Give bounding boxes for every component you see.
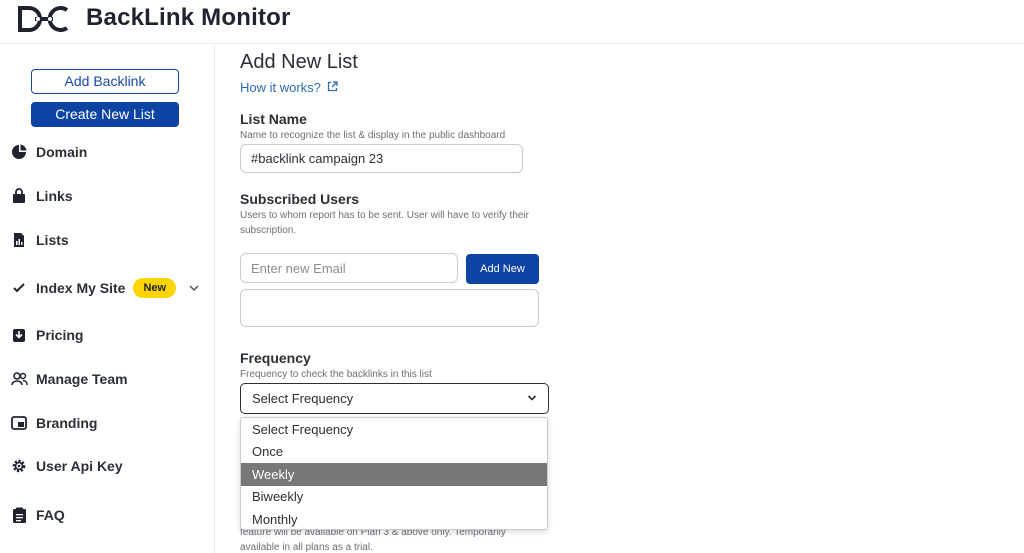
new-badge: New bbox=[133, 278, 177, 298]
sidebar-item-label: Links bbox=[36, 188, 73, 204]
sidebar-item-label: Pricing bbox=[36, 327, 84, 343]
shopping-bag-icon bbox=[10, 187, 28, 205]
email-input[interactable]: Enter new Email bbox=[240, 253, 458, 283]
sidebar-item-faq[interactable]: FAQ bbox=[10, 503, 210, 527]
sidebar-item-label: Domain bbox=[36, 144, 88, 160]
sidebar-item-links[interactable]: Links bbox=[10, 184, 210, 208]
frequency-selected-value: Select Frequency bbox=[252, 391, 354, 406]
page-title: Add New List bbox=[240, 51, 358, 73]
sidebar-item-user-api-key[interactable]: User Api Key bbox=[10, 454, 210, 478]
subscribed-users-label: Subscribed Users bbox=[240, 191, 360, 207]
add-backlink-button[interactable]: Add Backlink bbox=[31, 69, 179, 94]
sidebar-item-label: User Api Key bbox=[36, 458, 123, 474]
clipboard-icon bbox=[10, 506, 28, 524]
list-name-input[interactable]: #backlink campaign 23 bbox=[240, 144, 523, 173]
logo-icon[interactable] bbox=[17, 4, 71, 34]
download-tray-icon bbox=[10, 326, 28, 344]
sidebar-item-label: Index My Site bbox=[36, 280, 126, 296]
how-it-works-link[interactable]: How it works? bbox=[240, 80, 338, 95]
frequency-option[interactable]: Monthly bbox=[241, 508, 547, 529]
sidebar-item-label: Lists bbox=[36, 232, 69, 248]
sidebar-item-label: Branding bbox=[36, 415, 98, 431]
add-new-email-button[interactable]: Add New bbox=[466, 254, 539, 284]
sidebar-item-manage-team[interactable]: Manage Team bbox=[10, 367, 210, 391]
frequency-select[interactable]: Select Frequency bbox=[240, 383, 549, 414]
chevron-down-icon bbox=[527, 391, 537, 406]
picture-in-picture-icon bbox=[10, 414, 28, 432]
external-link-icon bbox=[327, 80, 338, 95]
frequency-option[interactable]: Once bbox=[241, 441, 547, 464]
checkmark-icon bbox=[10, 279, 28, 297]
subscribed-users-help: Users to whom report has to be sent. Use… bbox=[240, 210, 530, 236]
list-name-help: Name to recognize the list & display in … bbox=[240, 130, 506, 141]
sidebar-item-branding[interactable]: Branding bbox=[10, 411, 210, 435]
frequency-dropdown: Select Frequency Once Weekly Biweekly Mo… bbox=[240, 417, 548, 530]
list-name-label: List Name bbox=[240, 111, 307, 127]
users-icon bbox=[10, 370, 28, 388]
create-new-list-button[interactable]: Create New List bbox=[31, 102, 179, 127]
sidebar: Add Backlink Create New List Domain Link… bbox=[0, 45, 215, 553]
chevron-down-icon[interactable] bbox=[188, 281, 200, 299]
sidebar-item-label: FAQ bbox=[36, 507, 65, 523]
pie-chart-icon bbox=[10, 143, 28, 161]
frequency-help: Frequency to check the backlinks in this… bbox=[240, 369, 432, 380]
frequency-option[interactable]: Weekly bbox=[241, 463, 547, 486]
app-title: BackLink Monitor bbox=[86, 4, 291, 31]
sidebar-item-lists[interactable]: Lists bbox=[10, 228, 210, 252]
top-bar: BackLink Monitor bbox=[0, 0, 1024, 44]
document-chart-icon bbox=[10, 231, 28, 249]
sidebar-item-pricing[interactable]: Pricing bbox=[10, 323, 210, 347]
gear-icon bbox=[10, 457, 28, 475]
how-it-works-label: How it works? bbox=[240, 80, 321, 95]
sidebar-item-label: Manage Team bbox=[36, 371, 128, 387]
main-content: Add New List How it works? List Name Nam… bbox=[240, 45, 1024, 553]
sidebar-item-domain[interactable]: Domain bbox=[10, 140, 210, 164]
subscribed-users-list[interactable] bbox=[240, 289, 539, 327]
frequency-option[interactable]: Select Frequency bbox=[241, 418, 547, 441]
frequency-option[interactable]: Biweekly bbox=[241, 486, 547, 509]
frequency-label: Frequency bbox=[240, 350, 311, 366]
sidebar-item-index-my-site[interactable]: Index My Site New bbox=[10, 276, 210, 300]
